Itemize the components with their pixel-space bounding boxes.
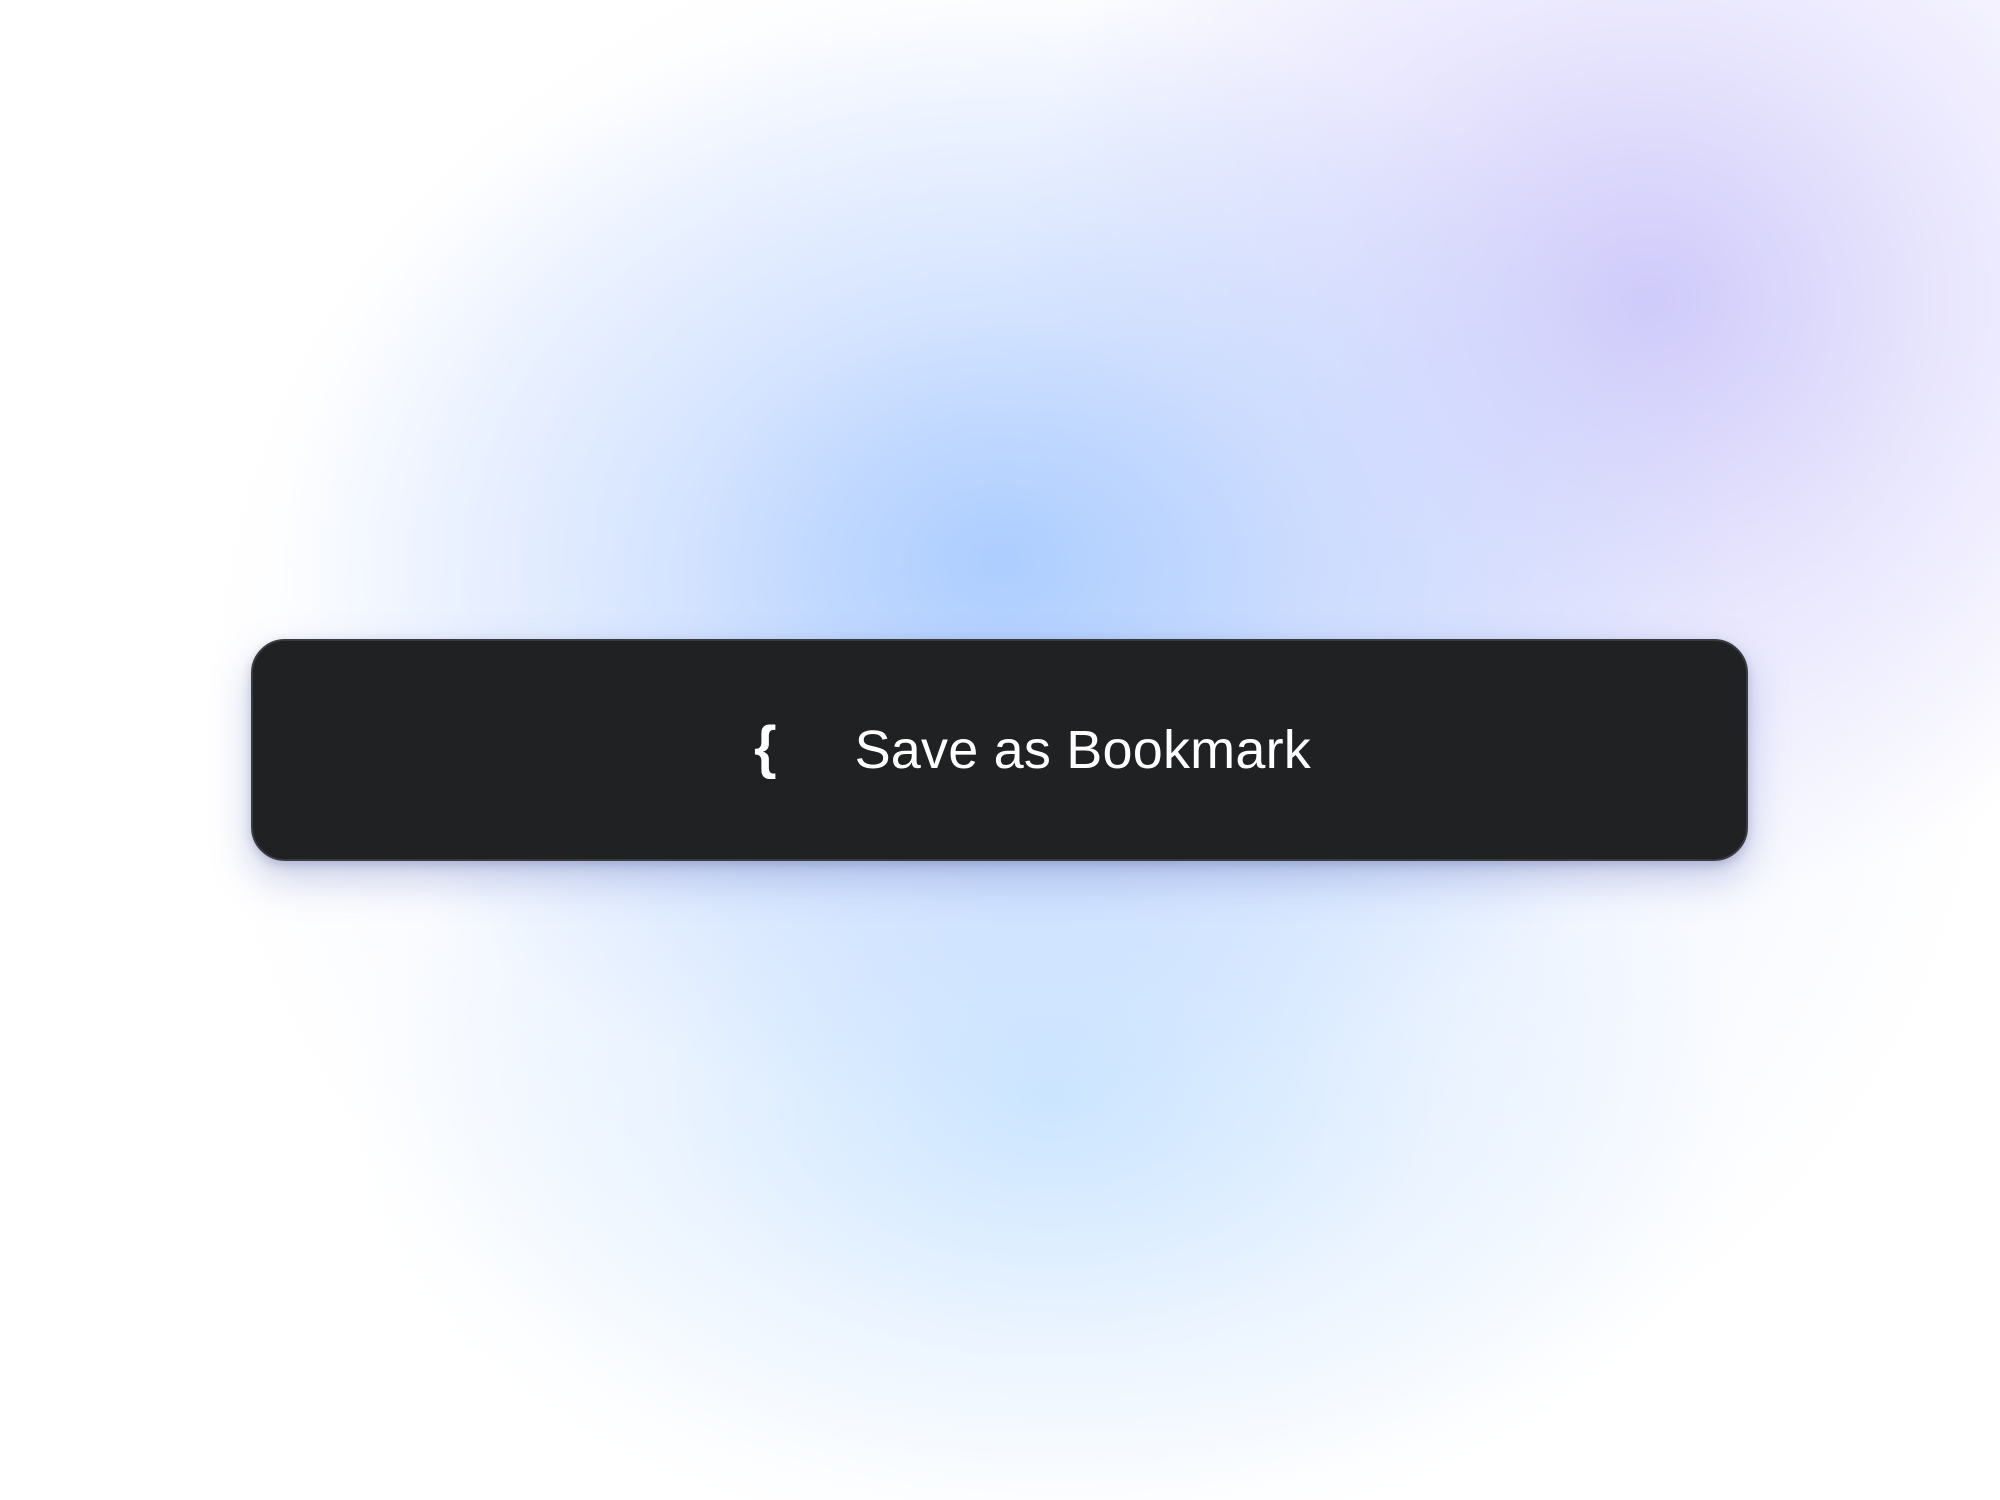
button-label: Save as Bookmark: [854, 720, 1311, 780]
button-content: { Save as Bookmark: [754, 715, 1311, 780]
save-as-bookmark-button[interactable]: { Save as Bookmark: [251, 639, 1748, 861]
curly-brace-icon: {: [754, 715, 777, 780]
